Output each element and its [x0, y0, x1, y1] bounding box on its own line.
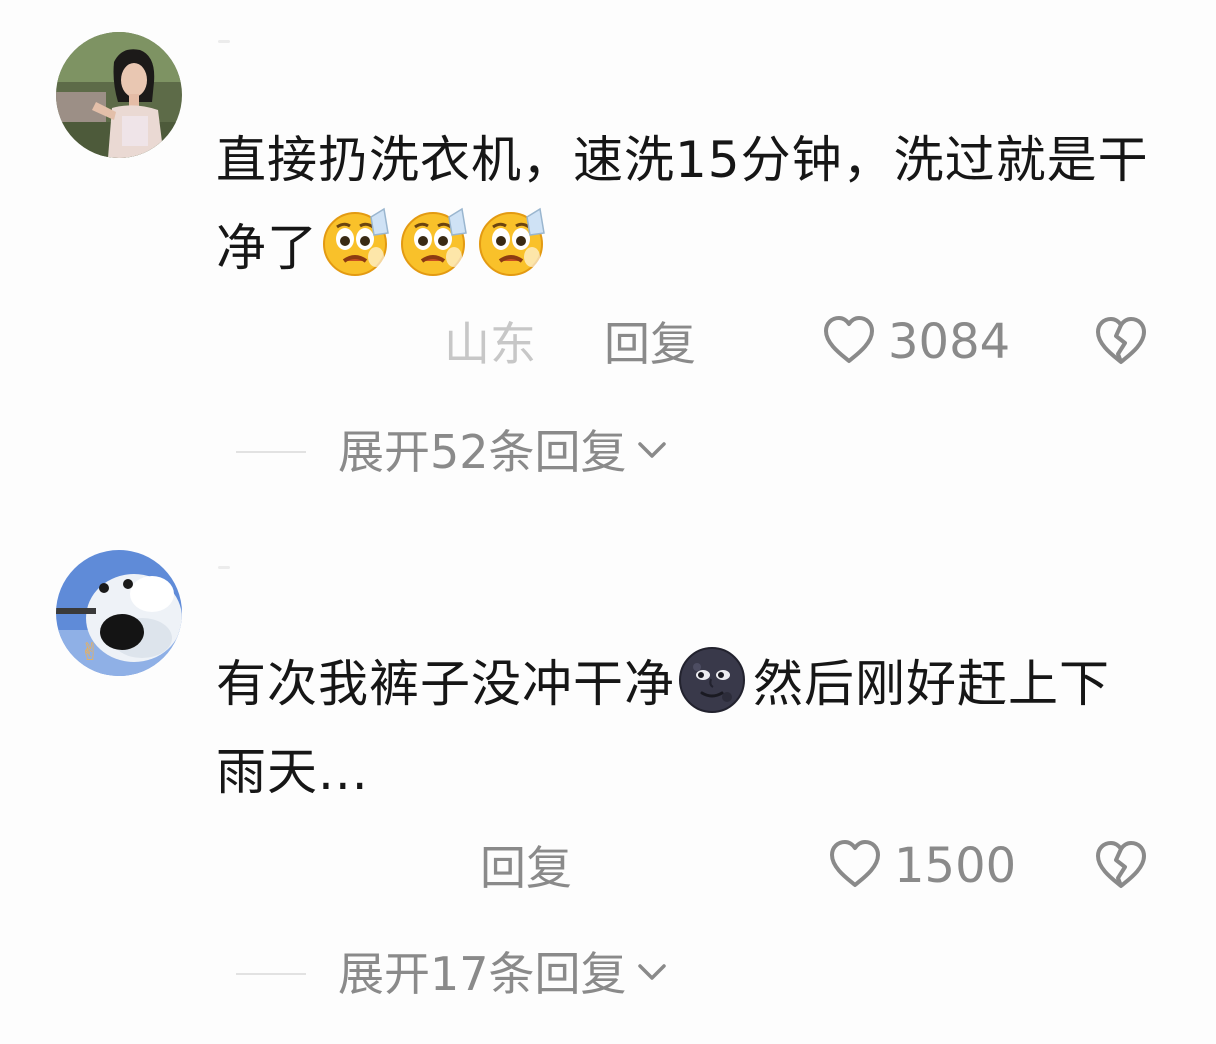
comment-text: 有次我裤子没冲干净 然后刚好赶上下雨天... — [216, 640, 1156, 816]
broken-heart-icon — [1094, 317, 1148, 370]
expand-replies-label: 展开52条回复 — [338, 425, 627, 479]
like-count: 3084 — [888, 314, 1011, 370]
like-button[interactable]: 1500 — [828, 838, 1016, 894]
svg-text:✌: ✌ — [80, 638, 100, 666]
expand-replies-button[interactable]: 展开52条回复 — [236, 424, 669, 480]
comment-text: 直接扔洗衣机，速洗15分钟，洗过就是干净了 — [216, 116, 1156, 292]
chevron-down-icon — [635, 960, 669, 988]
new-moon-face-emoji — [675, 641, 749, 715]
like-count: 1500 — [894, 838, 1017, 894]
reply-button[interactable]: 回复 — [480, 840, 572, 896]
divider-line — [236, 451, 306, 453]
chevron-down-icon — [635, 438, 669, 466]
avatar[interactable]: ✌ — [56, 550, 182, 676]
heart-outline-icon — [822, 315, 876, 369]
expand-replies-label: 展开17条回复 — [338, 947, 627, 1001]
face-holding-back-tears-emoji — [318, 205, 392, 279]
avatar[interactable] — [56, 32, 182, 158]
broken-heart-icon — [1094, 841, 1148, 894]
username-placeholder — [218, 40, 230, 43]
reply-button[interactable]: 回复 — [604, 316, 696, 372]
username-placeholder — [218, 566, 230, 569]
divider-line — [236, 973, 306, 975]
heart-outline-icon — [828, 839, 882, 893]
face-holding-back-tears-emoji — [396, 205, 470, 279]
dislike-button[interactable] — [1094, 840, 1148, 894]
region-label: 山东 — [444, 317, 536, 371]
like-button[interactable]: 3084 — [822, 314, 1010, 370]
dislike-button[interactable] — [1094, 316, 1148, 370]
comment-text-before-emoji: 有次我裤子没冲干净 — [216, 655, 675, 713]
expand-replies-button[interactable]: 展开17条回复 — [236, 946, 669, 1002]
face-holding-back-tears-emoji — [474, 205, 548, 279]
